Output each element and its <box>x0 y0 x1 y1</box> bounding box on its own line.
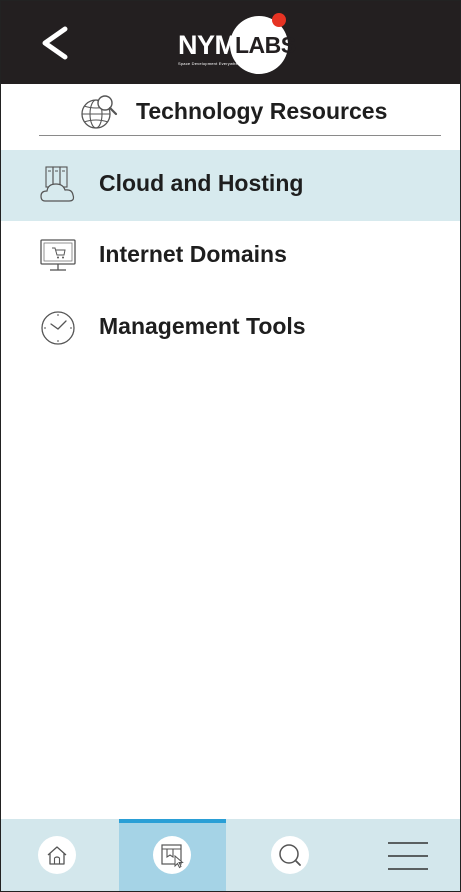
hamburger-menu-icon <box>387 841 429 871</box>
menu-item-internet-domains[interactable]: Internet Domains <box>1 221 460 292</box>
brand-logo: NYM LABS Space Development Everywhere <box>176 13 296 75</box>
logo-tagline: Space Development Everywhere <box>178 61 242 66</box>
active-tab-indicator <box>119 819 226 823</box>
home-icon <box>38 836 76 874</box>
chevron-left-icon <box>42 26 68 60</box>
menu-item-label: Management Tools <box>99 313 306 339</box>
globe-search-icon <box>79 93 119 131</box>
cloud-server-icon <box>39 165 79 205</box>
logo-red-dot <box>272 13 286 27</box>
tab-resources[interactable] <box>119 819 226 891</box>
menu-item-label: Cloud and Hosting <box>99 170 304 196</box>
tab-menu[interactable] <box>345 819 460 891</box>
menu-item-management-tools[interactable]: Management Tools <box>1 293 460 364</box>
menu-item-label: Internet Domains <box>99 241 287 267</box>
bottom-tab-bar <box>1 819 460 891</box>
tab-home[interactable] <box>1 819 118 891</box>
bookmark-cursor-icon <box>153 836 191 874</box>
section-header: Technology Resources <box>39 89 441 136</box>
app-header: NYM LABS Space Development Everywhere <box>1 1 460 84</box>
monitor-cart-icon <box>39 236 79 276</box>
back-button[interactable] <box>35 19 79 67</box>
section-title: Technology Resources <box>136 98 388 124</box>
clock-icon <box>39 308 79 348</box>
menu-item-cloud-hosting[interactable]: Cloud and Hosting <box>1 150 460 221</box>
logo-text-nym: NYM <box>178 30 237 60</box>
search-icon <box>271 836 309 874</box>
tab-search[interactable] <box>227 819 344 891</box>
logo-text-labs: LABS <box>235 32 296 58</box>
app-frame: NYM LABS Space Development Everywhere Te… <box>0 0 461 892</box>
